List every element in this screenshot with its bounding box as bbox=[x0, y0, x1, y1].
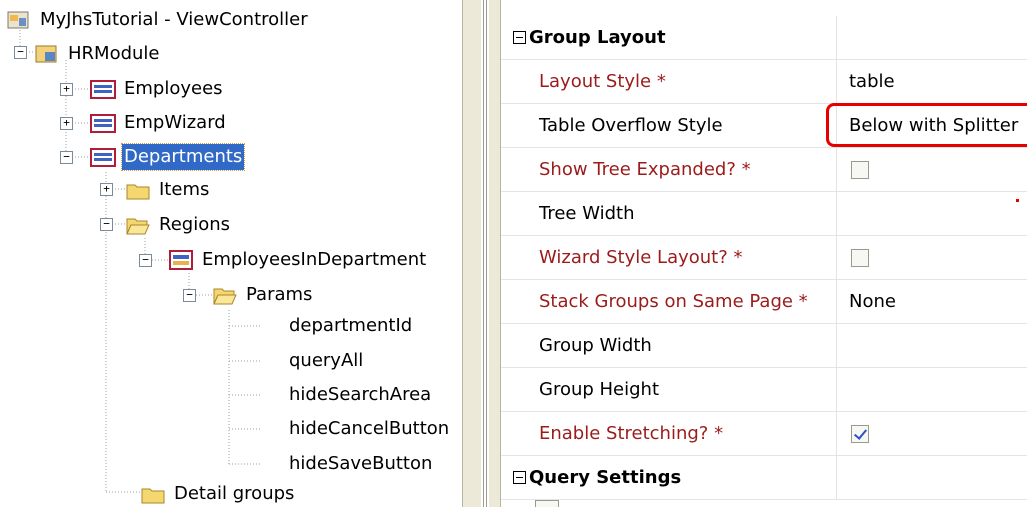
group-icon bbox=[90, 112, 116, 134]
tree-item-employees[interactable]: Employees bbox=[90, 74, 225, 104]
tree-item-label: EmpWizard bbox=[124, 112, 226, 133]
section-value-cell bbox=[836, 456, 1027, 499]
tree-item-label: EmployeesInDepartment bbox=[202, 249, 427, 270]
tree-item-root[interactable]: MyJhsTutorial - ViewController bbox=[6, 5, 310, 35]
tree-item-label: hideSearchArea bbox=[289, 384, 432, 405]
annotation-dot bbox=[1016, 199, 1019, 202]
property-value[interactable] bbox=[836, 324, 1027, 367]
property-row-layout-style[interactable]: Layout Style * table bbox=[501, 60, 1027, 104]
property-row-group-height[interactable]: Group Height bbox=[501, 368, 1027, 412]
property-name: Layout Style * bbox=[539, 71, 666, 92]
collapse-icon[interactable]: − bbox=[60, 151, 73, 164]
tree-item-employees-in-department[interactable]: EmployeesInDepartment bbox=[168, 245, 428, 275]
region-icon bbox=[168, 249, 194, 271]
tree-item-label: Regions bbox=[159, 214, 230, 235]
tree-item-label: Departments bbox=[120, 143, 246, 171]
project-tree[interactable]: − + + − + − − − MyJhsTutorial - ViewCont… bbox=[0, 0, 462, 507]
tree-item-param[interactable]: departmentId bbox=[287, 311, 414, 341]
folder-icon bbox=[140, 483, 166, 505]
collapse-section-icon[interactable] bbox=[513, 471, 526, 484]
enable-stretching-checkbox[interactable] bbox=[851, 425, 869, 443]
tree-item-label: hideCancelButton bbox=[289, 418, 450, 439]
tree-item-param[interactable]: hideSaveButton bbox=[287, 449, 434, 479]
property-row-stack-groups[interactable]: Stack Groups on Same Page * None bbox=[501, 280, 1027, 324]
expand-icon[interactable]: + bbox=[60, 83, 73, 96]
tree-item-params[interactable]: Params bbox=[212, 280, 314, 310]
partial-checkbox[interactable] bbox=[535, 500, 559, 507]
collapse-icon[interactable]: − bbox=[183, 289, 196, 302]
property-name: Tree Width bbox=[539, 203, 635, 224]
project-icon bbox=[6, 9, 32, 31]
property-row-show-tree-expanded[interactable]: Show Tree Expanded? * bbox=[501, 148, 1027, 192]
tree-item-label: departmentId bbox=[289, 315, 413, 336]
section-title: Group Layout bbox=[529, 27, 666, 48]
tree-item-label: Detail groups bbox=[174, 483, 295, 504]
tree-item-label: HRModule bbox=[68, 43, 160, 64]
property-row-wizard-style-layout[interactable]: Wizard Style Layout? * bbox=[501, 236, 1027, 280]
expand-icon[interactable]: + bbox=[60, 117, 73, 130]
collapse-icon[interactable]: − bbox=[139, 254, 152, 267]
property-value[interactable] bbox=[836, 368, 1027, 411]
tree-item-label: MyJhsTutorial - ViewController bbox=[40, 9, 308, 30]
tree-item-param[interactable]: hideCancelButton bbox=[287, 414, 451, 444]
tree-item-label: Items bbox=[159, 179, 210, 200]
show-tree-expanded-checkbox[interactable] bbox=[851, 161, 869, 179]
splitter[interactable] bbox=[462, 0, 481, 507]
module-icon bbox=[34, 43, 60, 65]
tree-item-items[interactable]: Items bbox=[125, 175, 211, 205]
property-name: Show Tree Expanded? * bbox=[539, 159, 751, 180]
property-value bbox=[836, 148, 1027, 191]
property-row-group-width[interactable]: Group Width bbox=[501, 324, 1027, 368]
property-row-enable-stretching[interactable]: Enable Stretching? * bbox=[501, 412, 1027, 456]
group-icon bbox=[90, 78, 116, 100]
tree-item-label: hideSaveButton bbox=[289, 453, 433, 474]
property-name: Group Width bbox=[539, 335, 652, 356]
property-row-tree-width[interactable]: Tree Width bbox=[501, 192, 1027, 236]
folder-icon bbox=[125, 179, 151, 201]
tree-item-detail-groups[interactable]: Detail groups bbox=[140, 479, 296, 507]
tree-item-label: Employees bbox=[124, 78, 223, 99]
splitter-grip[interactable] bbox=[483, 0, 487, 507]
splitter-edge bbox=[489, 0, 501, 507]
property-name: Group Height bbox=[539, 379, 660, 400]
property-value bbox=[836, 236, 1027, 279]
section-group-layout[interactable]: Group Layout bbox=[501, 16, 1027, 60]
property-name: Stack Groups on Same Page * bbox=[539, 291, 808, 312]
collapse-section-icon[interactable] bbox=[513, 31, 526, 44]
highlight-annotation bbox=[826, 103, 1027, 147]
group-icon bbox=[90, 146, 116, 168]
collapse-icon[interactable]: − bbox=[14, 46, 27, 59]
wizard-style-layout-checkbox[interactable] bbox=[851, 249, 869, 267]
open-folder-icon bbox=[125, 214, 151, 236]
property-value bbox=[836, 412, 1027, 455]
tree-item-label: queryAll bbox=[289, 350, 364, 371]
property-value[interactable]: table bbox=[836, 60, 1027, 103]
collapse-icon[interactable]: − bbox=[100, 218, 113, 231]
tree-item-regions[interactable]: Regions bbox=[125, 210, 232, 240]
property-name: Enable Stretching? * bbox=[539, 423, 724, 444]
tree-item-empwizard[interactable]: EmpWizard bbox=[90, 108, 228, 138]
property-value[interactable]: None bbox=[836, 280, 1027, 323]
tree-item-hrmodule[interactable]: HRModule bbox=[34, 39, 162, 69]
property-name: Wizard Style Layout? * bbox=[539, 247, 743, 268]
tree-item-departments[interactable]: Departments bbox=[90, 142, 246, 172]
property-sheet[interactable]: Group Layout Layout Style * table Table … bbox=[501, 0, 1027, 507]
open-folder-icon bbox=[212, 284, 238, 306]
section-query-settings[interactable]: Query Settings bbox=[501, 456, 1027, 500]
property-name: Table Overflow Style bbox=[539, 115, 723, 136]
tree-item-label: Params bbox=[246, 284, 313, 305]
section-value-cell bbox=[836, 16, 1027, 59]
section-title: Query Settings bbox=[529, 467, 682, 488]
expand-icon[interactable]: + bbox=[100, 183, 113, 196]
tree-item-param[interactable]: queryAll bbox=[287, 346, 365, 376]
property-value[interactable] bbox=[836, 192, 1027, 235]
tree-item-param[interactable]: hideSearchArea bbox=[287, 380, 433, 410]
